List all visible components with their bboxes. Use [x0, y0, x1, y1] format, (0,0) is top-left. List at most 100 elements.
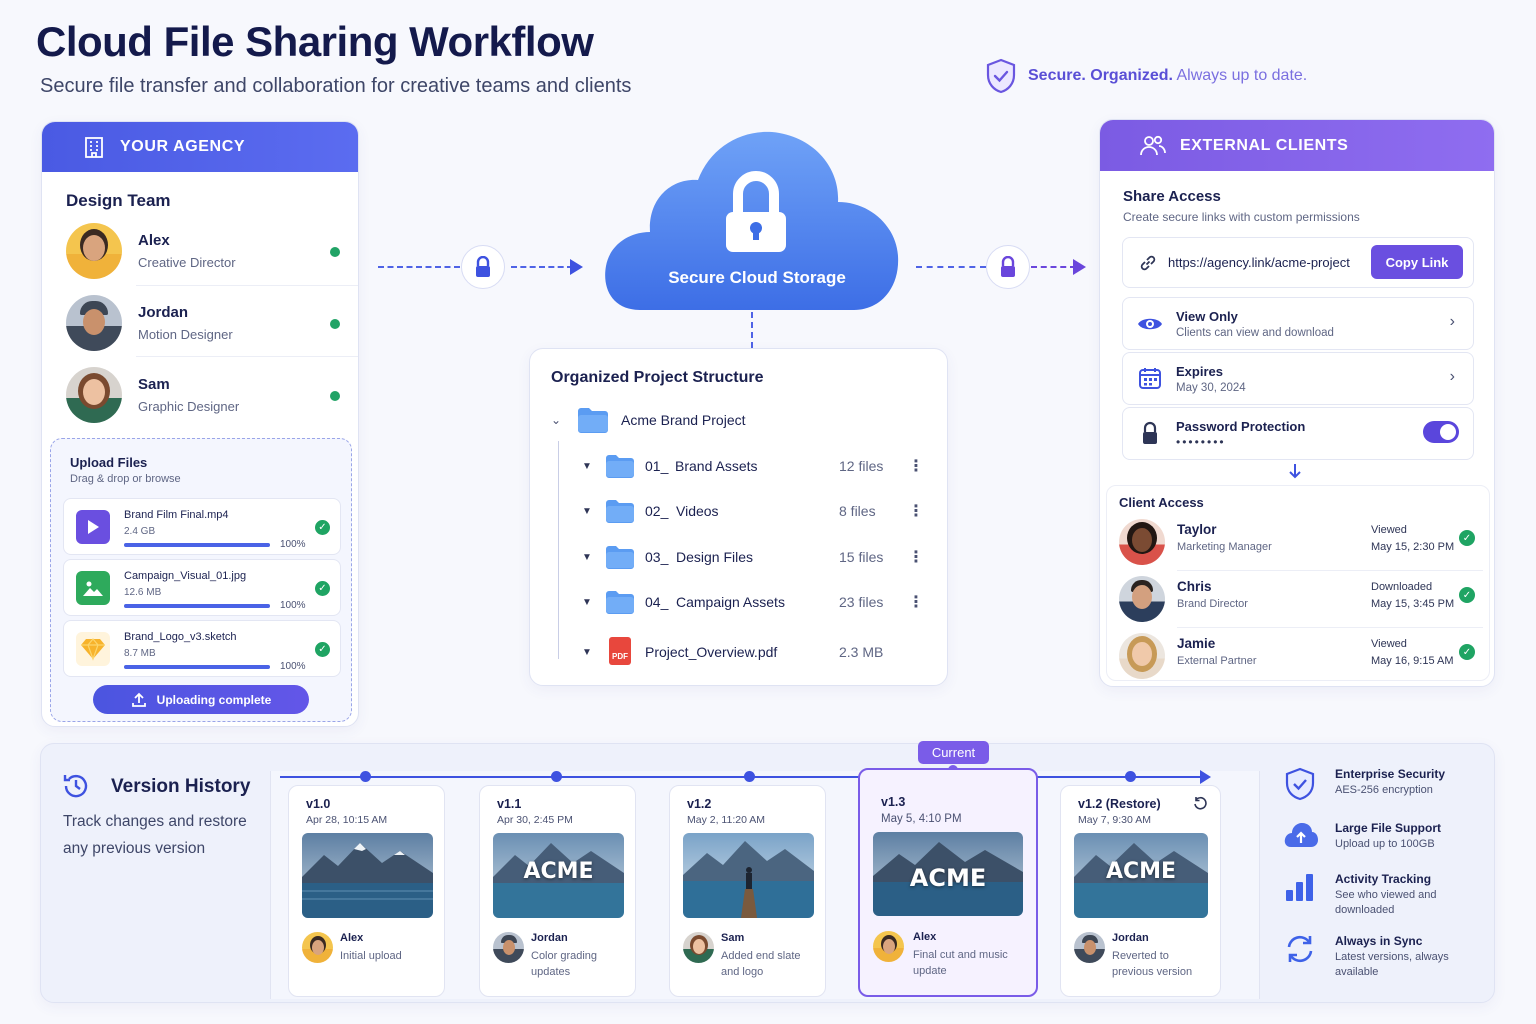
version-label: v1.2: [687, 797, 712, 811]
file-name: Project_Overview.pdf: [645, 644, 778, 660]
upload-progress-bar: [124, 543, 270, 547]
version-history-title: Version History: [111, 776, 251, 797]
upload-title: Upload Files: [70, 455, 148, 470]
timeline-line: [280, 776, 1202, 778]
member-name: Alex: [138, 232, 170, 249]
thumbnail-title: ACME: [523, 859, 594, 884]
expiry-option[interactable]: Expires May 30, 2024 ›: [1122, 352, 1474, 405]
version-thumbnail: ACME: [1074, 833, 1208, 918]
restore-icon[interactable]: [1193, 796, 1207, 810]
client-row[interactable]: Jamie External Partner Viewed May 16, 9:…: [1119, 631, 1483, 681]
share-link-field[interactable]: https://agency.link/acme-project Copy Li…: [1122, 237, 1474, 288]
cloud-label: Secure Cloud Storage: [668, 268, 846, 287]
tagline-rest: Always up to date.: [1176, 67, 1308, 84]
version-label: v1.1: [497, 797, 522, 811]
folder-name: Design Files: [676, 549, 754, 565]
password-toggle[interactable]: [1423, 421, 1459, 443]
file-item[interactable]: ▼ PDF Project_Overview.pdf 2.3 MB: [530, 637, 949, 667]
divider: [1177, 570, 1483, 571]
sync-icon: [1287, 935, 1313, 963]
chevron-down-icon: ▼: [582, 646, 592, 658]
permission-option[interactable]: View Only Clients can view and download …: [1122, 297, 1474, 350]
version-card-current[interactable]: v1.3 May 5, 4:10 PM ACME Alex Final cut …: [858, 768, 1038, 997]
folder-icon: [606, 455, 634, 478]
connector-line: [751, 312, 753, 348]
check-icon: ✓: [315, 642, 330, 657]
structure-title: Organized Project Structure: [551, 369, 764, 386]
folder-item[interactable]: ▼ 03_ Design Files 15 files ⋮: [530, 542, 949, 572]
client-action: Downloaded: [1371, 581, 1433, 593]
folder-item[interactable]: ▼ 01_ Brand Assets 12 files ⋮: [530, 451, 949, 481]
timeline-dot: [744, 771, 755, 782]
file-size: 2.3 MB: [839, 644, 884, 660]
client-time: May 16, 9:15 AM: [1371, 655, 1454, 667]
team-member[interactable]: Jordan Motion Designer: [66, 288, 342, 358]
timeline-dot: [360, 771, 371, 782]
feature-subtitle: See who viewed and downloaded: [1335, 889, 1437, 916]
video-file-icon: [76, 510, 110, 544]
version-card[interactable]: v1.2 (Restore) May 7, 9:30 AM ACME Jorda…: [1060, 785, 1221, 997]
tagline: Secure. Organized. Always up to date.: [986, 58, 1307, 94]
team-member[interactable]: Sam Graphic Designer: [66, 360, 342, 430]
client-name: Chris: [1177, 579, 1212, 594]
client-row[interactable]: Taylor Marketing Manager Viewed May 15, …: [1119, 517, 1483, 567]
avatar: [66, 223, 122, 279]
design-team-title: Design Team: [66, 191, 171, 210]
folder-icon: [606, 591, 634, 614]
client-role: Brand Director: [1177, 598, 1248, 610]
chevron-down-icon: ⌄: [551, 413, 562, 427]
file-name: Brand Film Final.mp4: [124, 509, 229, 521]
upload-file-item[interactable]: Brand_Logo_v3.sketch 8.7 MB 100% ✓: [63, 620, 341, 677]
thumbnail-title: ACME: [909, 864, 987, 892]
eye-icon: [1138, 318, 1162, 330]
team-member[interactable]: Alex Creative Director: [66, 216, 342, 286]
member-role: Graphic Designer: [138, 399, 240, 414]
avatar: [1119, 519, 1165, 565]
folder-name: Campaign Assets: [676, 594, 785, 610]
version-history-desc: Track changes and restore any previous v…: [63, 813, 247, 857]
arrow-down-icon: [1289, 464, 1301, 479]
copy-link-button[interactable]: Copy Link: [1371, 245, 1463, 279]
avatar: [493, 932, 524, 963]
feature-title: Large File Support: [1335, 821, 1442, 835]
share-link-url: https://agency.link/acme-project: [1168, 255, 1350, 270]
version-thumbnail: ACME: [873, 832, 1023, 916]
version-label: v1.2 (Restore): [1078, 797, 1161, 811]
folder-item[interactable]: ▼ 02_ Videos 8 files ⋮: [530, 496, 949, 526]
arrow-right-icon: [1073, 259, 1086, 275]
folder-root[interactable]: ⌄ Acme Brand Project: [530, 405, 949, 435]
version-card[interactable]: v1.1 Apr 30, 2:45 PM ACME Jordan Color g…: [479, 785, 636, 997]
check-icon: ✓: [1459, 644, 1475, 660]
timeline-dot: [1125, 771, 1136, 782]
upload-file-item[interactable]: Brand Film Final.mp4 2.4 GB 100% ✓: [63, 498, 341, 555]
arrow-right-icon: [570, 259, 583, 275]
more-options-icon[interactable]: ⋮: [908, 547, 924, 567]
version-author: Jordan: [531, 932, 568, 944]
version-card[interactable]: v1.0 Apr 28, 10:15 AM Alex Initial uploa…: [288, 785, 445, 997]
password-mask: ••••••••: [1176, 435, 1226, 449]
upload-dropzone[interactable]: Upload Files Drag & drop or browse Brand…: [50, 438, 352, 722]
external-clients-panel: EXTERNAL CLIENTS Share Access Create sec…: [1099, 119, 1495, 687]
folder-prefix: 03_: [645, 549, 669, 565]
client-row[interactable]: Chris Brand Director Downloaded May 15, …: [1119, 574, 1483, 624]
chevron-down-icon: ▼: [582, 551, 592, 563]
more-options-icon[interactable]: ⋮: [908, 592, 924, 612]
upload-progress-percent: 100%: [280, 600, 306, 611]
sketch-file-icon: [76, 632, 110, 666]
version-card[interactable]: v1.2 May 2, 11:20 AM Sam Added end slate…: [669, 785, 826, 997]
chevron-right-icon: ›: [1449, 313, 1455, 330]
folder-prefix: 02_: [645, 503, 669, 519]
more-options-icon[interactable]: ⋮: [908, 501, 924, 521]
avatar: [66, 295, 122, 351]
version-note: Reverted to previous version: [1112, 950, 1193, 978]
link-icon: [1140, 255, 1156, 271]
version-label: v1.3: [881, 795, 906, 809]
upload-complete-button[interactable]: Uploading complete: [93, 685, 309, 714]
permission-title: View Only: [1176, 309, 1238, 324]
password-option[interactable]: Password Protection ••••••••: [1122, 407, 1474, 460]
online-status-dot: [330, 247, 340, 257]
folder-item[interactable]: ▼ 04_ Campaign Assets 23 files ⋮: [530, 587, 949, 617]
lock-icon: [1143, 421, 1157, 444]
upload-file-item[interactable]: Campaign_Visual_01.jpg 12.6 MB 100% ✓: [63, 559, 341, 616]
more-options-icon[interactable]: ⋮: [908, 456, 924, 476]
